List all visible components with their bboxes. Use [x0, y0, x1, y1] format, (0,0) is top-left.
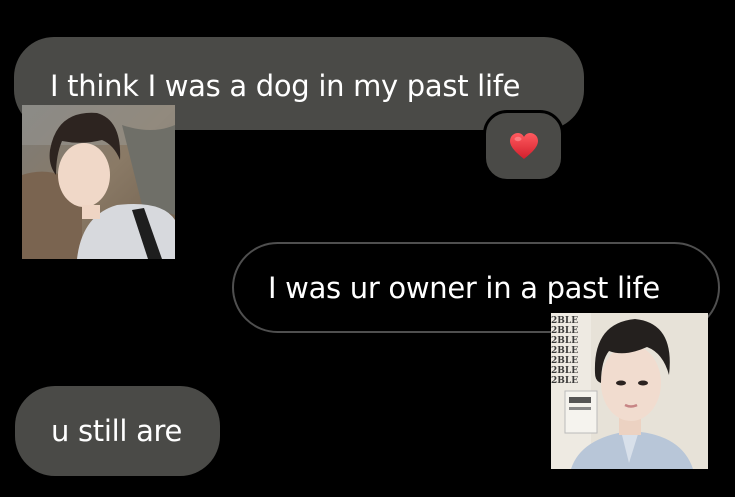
incoming-message-bubble[interactable]: u still are	[15, 386, 220, 476]
message-text: u still are	[51, 414, 183, 448]
message-text: I think I was a dog in my past life	[50, 69, 521, 103]
sticker-photo-portrait[interactable]: 2BLE 2BLE 2BLE 2BLE 2BLE 2BLE 2BLE	[551, 313, 708, 469]
svg-text:2BLE: 2BLE	[551, 366, 578, 376]
svg-text:2BLE: 2BLE	[551, 356, 578, 366]
svg-text:2BLE: 2BLE	[551, 316, 578, 326]
svg-text:2BLE: 2BLE	[551, 346, 578, 356]
selfie-image	[22, 105, 175, 259]
red-heart-icon	[509, 133, 538, 159]
sticker-photo-selfie[interactable]	[22, 105, 175, 259]
svg-text:2BLE: 2BLE	[551, 336, 578, 346]
message-text: I was ur owner in a past life	[268, 270, 660, 305]
reaction-badge[interactable]	[483, 110, 564, 182]
portrait-image: 2BLE 2BLE 2BLE 2BLE 2BLE 2BLE 2BLE	[551, 313, 708, 469]
svg-text:2BLE: 2BLE	[551, 326, 578, 336]
svg-text:2BLE: 2BLE	[551, 376, 578, 386]
